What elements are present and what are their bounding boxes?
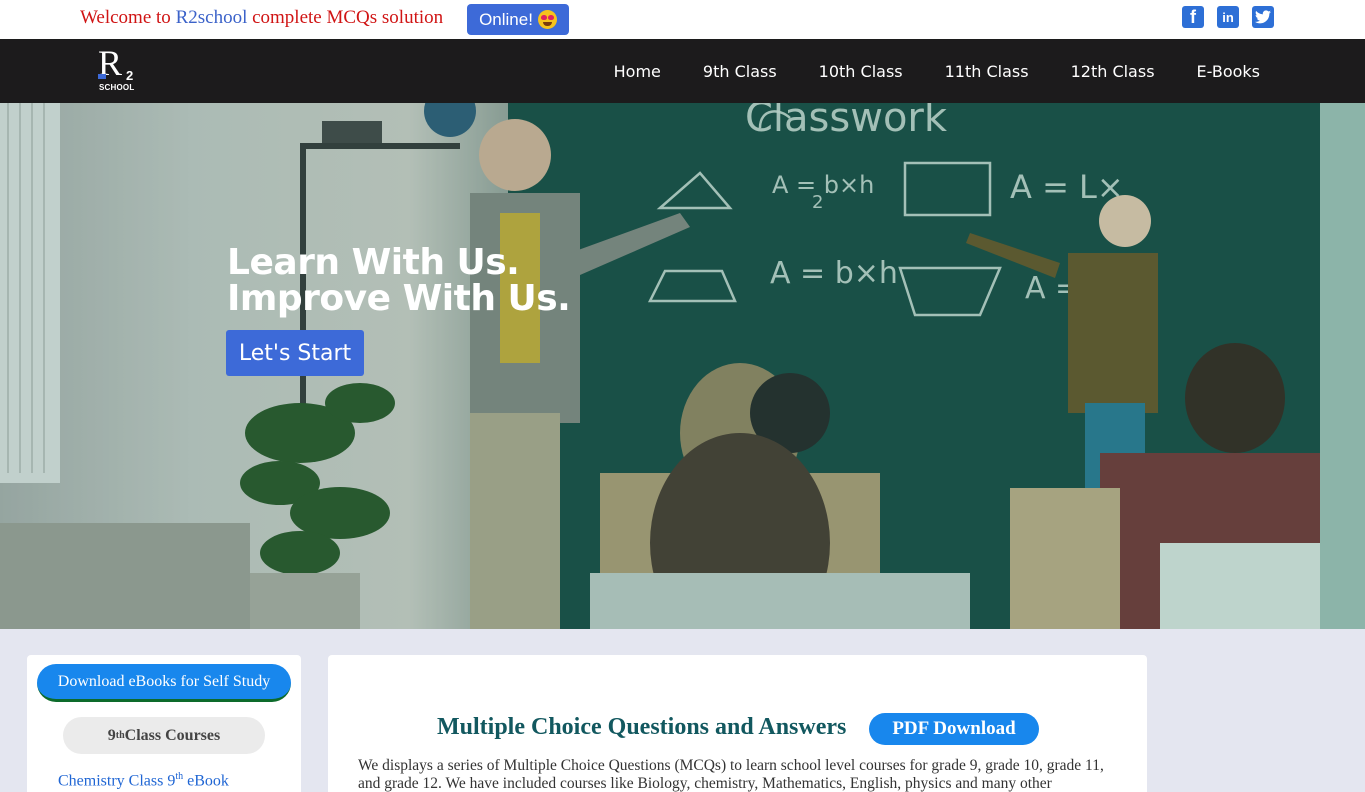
class-courses-button[interactable]: 9th Class Courses — [63, 717, 265, 754]
hero-line-1: Learn With Us. — [227, 242, 520, 283]
chem-link-suffix: th — [175, 771, 184, 782]
welcome-suffix: complete MCQs solution — [247, 7, 444, 28]
linkedin-icon[interactable]: in — [1217, 6, 1239, 28]
chem-link-end: eBook — [183, 772, 229, 790]
hero-line-2: Improve With Us. — [227, 278, 571, 319]
nav-e-books[interactable]: E-Books — [1197, 62, 1260, 81]
nav-home[interactable]: Home — [614, 62, 661, 81]
classroom-illustration: Classwork A = b×h 2 A = L× A = b×h A = — [0, 103, 1365, 629]
logo-text: SCHOOL — [99, 83, 135, 92]
facebook-glyph: f — [1190, 6, 1196, 27]
online-button[interactable]: Online! — [467, 4, 569, 35]
logo-sub: 2 — [126, 68, 134, 83]
intro-paragraph: We displays a series of Multiple Choice … — [358, 757, 1104, 792]
main-navbar: R 2 SCHOOL Home 9th Class 10th Class 11t… — [0, 39, 1365, 103]
download-ebooks-button[interactable]: Download eBooks for Self Study — [37, 664, 291, 702]
hero-banner: Classwork A = b×h 2 A = L× A = b×h A = L… — [0, 103, 1365, 629]
pdf-download-button[interactable]: PDF Download — [869, 713, 1039, 745]
course-suffix: th — [115, 730, 125, 741]
nav-links: Home 9th Class 10th Class 11th Class 12t… — [614, 39, 1260, 103]
nav-12th-class[interactable]: 12th Class — [1071, 62, 1155, 81]
top-bar: Welcome to R2school complete MCQs soluti… — [0, 0, 1365, 39]
online-label: Online! — [479, 9, 533, 29]
twitter-bird-icon — [1255, 10, 1271, 24]
sidebar-card: Download eBooks for Self Study 9th Class… — [27, 655, 301, 792]
twitter-icon[interactable] — [1252, 6, 1274, 28]
content-card: Multiple Choice Questions and Answers PD… — [328, 655, 1147, 792]
page-title: Multiple Choice Questions and Answers — [437, 714, 847, 740]
welcome-prefix: Welcome to — [80, 7, 176, 28]
lets-start-button[interactable]: Let's Start — [226, 330, 364, 376]
nav-10th-class[interactable]: 10th Class — [819, 62, 903, 81]
star-struck-emoji-icon — [537, 10, 557, 29]
linkedin-glyph: in — [1222, 9, 1234, 25]
course-label: Class Courses — [124, 726, 221, 744]
hero-title: Learn With Us. Improve With Us. — [227, 242, 571, 319]
nav-11th-class[interactable]: 11th Class — [945, 62, 1029, 81]
nav-9th-class[interactable]: 9th Class — [703, 62, 777, 81]
course-number: 9 — [107, 726, 116, 744]
logo-pen-mark — [98, 74, 106, 79]
chem-link-prefix: Chemistry Class 9 — [58, 772, 176, 790]
welcome-brand: R2school — [175, 7, 248, 28]
welcome-message: Welcome to R2school complete MCQs soluti… — [80, 7, 443, 29]
site-logo[interactable]: R 2 SCHOOL — [96, 43, 142, 94]
facebook-icon[interactable]: f — [1182, 6, 1204, 28]
chemistry-ebook-link[interactable]: Chemistry Class 9th eBook — [58, 771, 229, 790]
